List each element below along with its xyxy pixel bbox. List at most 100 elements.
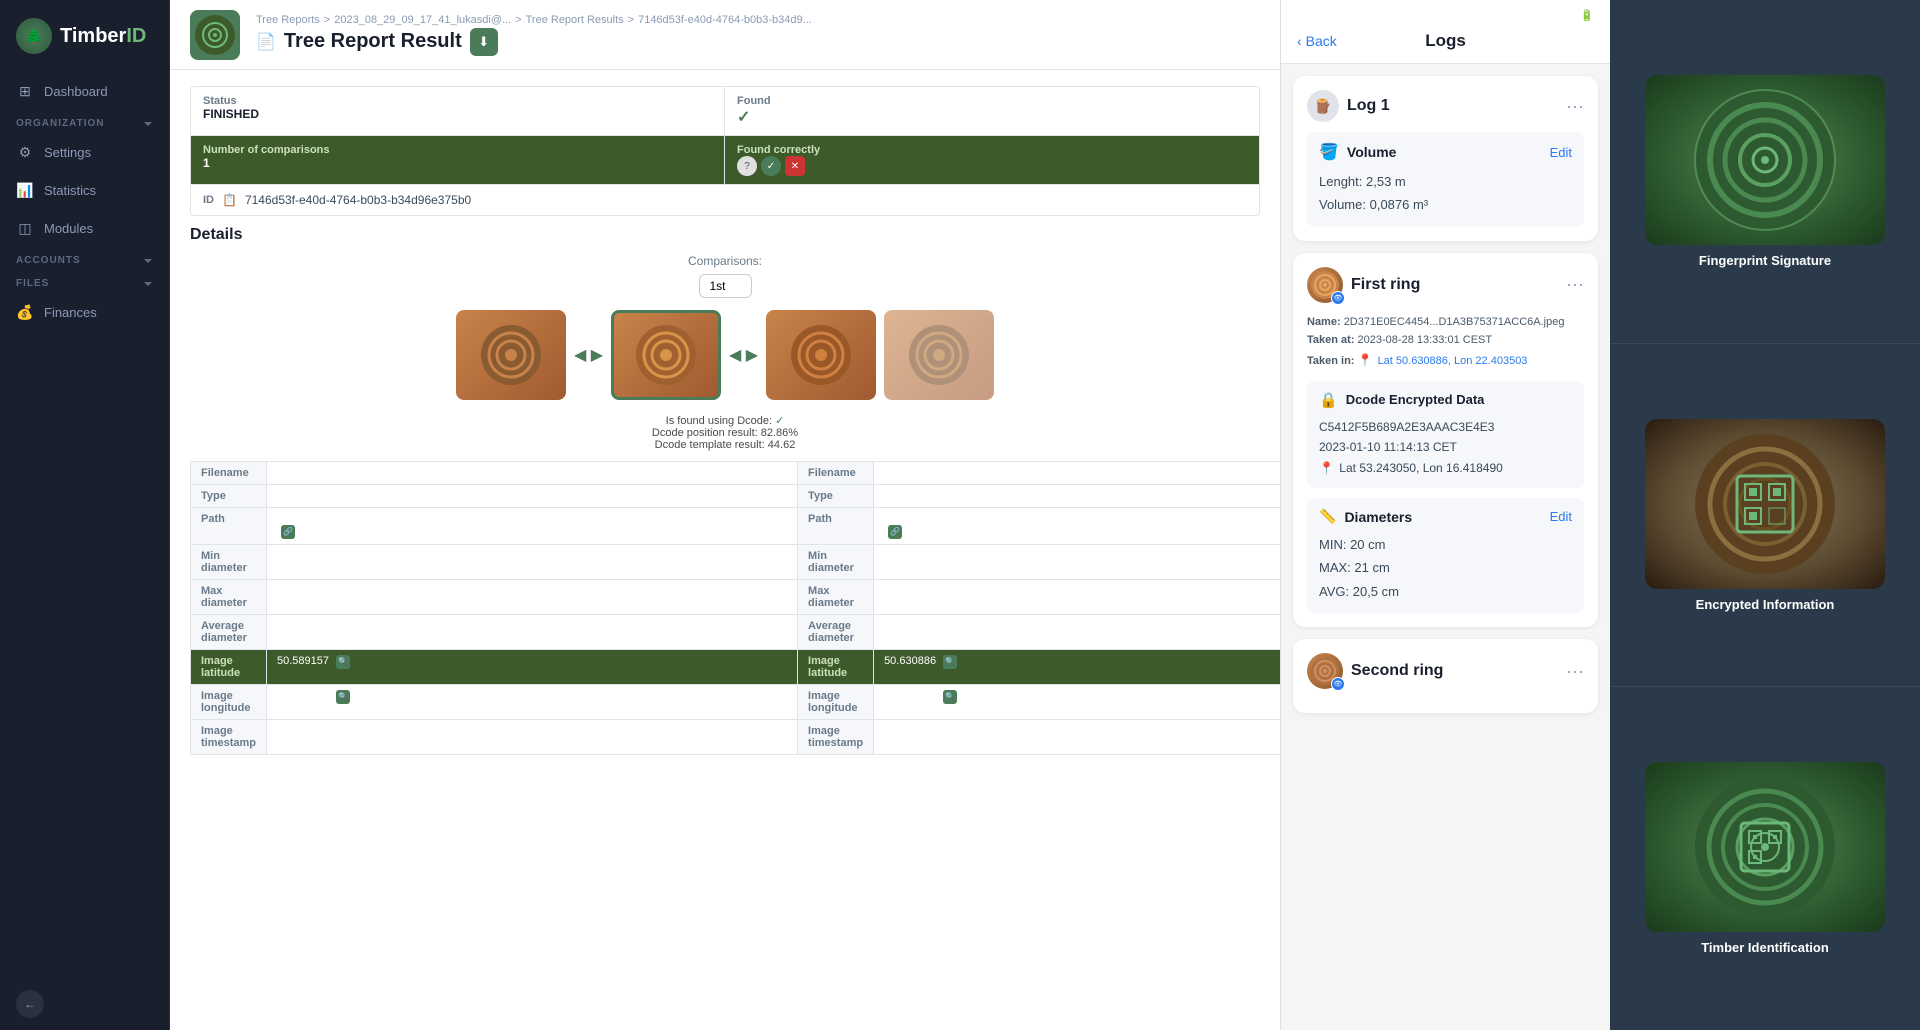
back-button[interactable]: ‹ Back (1297, 33, 1371, 49)
dcode-check-icon: ✓ (775, 415, 784, 427)
sidebar-item-modules[interactable]: ◫ Modules (0, 209, 169, 247)
second-ring-eye-badge: 👁 (1331, 677, 1345, 691)
ts-label-right: Image timestamp (798, 720, 874, 755)
breadcrumb-tree-reports[interactable]: Tree Reports (256, 14, 320, 26)
first-ring-card: 👁 First ring ··· Name: 2D371E0EC4454...D… (1293, 253, 1598, 627)
sidebar-collapse-button[interactable]: ← (16, 990, 44, 1018)
id-label: ID (203, 194, 214, 206)
path-link-icon-left[interactable]: 🔗 (281, 525, 295, 539)
logo-text: TimberID (60, 25, 146, 48)
phone-time: 13:34 (1297, 8, 1330, 23)
modules-icon: ◫ (16, 219, 34, 237)
table-row-min-diameter: Min diameter 20 cm Min diameter 20 cm (191, 545, 1281, 580)
log-image-1[interactable] (456, 310, 566, 400)
check-icon: ✓ (761, 156, 781, 176)
min-diam-field: MIN: 20 cm (1319, 533, 1572, 556)
id-cell: ID 📋 7146d53f-e40d-4764-b0b3-b34d96e375b… (191, 185, 1259, 215)
back-chevron-icon: ‹ (1297, 33, 1302, 49)
first-ring-meta: Name: 2D371E0EC4454...D1A3B75371ACC6A.jp… (1307, 313, 1584, 371)
phone-status-icons: ▐▌ LTE 🔋 (1537, 9, 1594, 22)
dcode-location-link[interactable]: Lat 53.243050, Lon 16.418490 (1339, 461, 1503, 475)
lat-link-icon-right[interactable]: 🔍 (943, 655, 957, 669)
sidebar: 🌲 TimberID ⊞ Dashboard ORGANIZATION ⚙ Se… (0, 0, 170, 1030)
encrypted-card[interactable]: Encrypted Information (1610, 344, 1920, 688)
ring-taken-at-field: Taken at: 2023-08-28 13:33:01 CEST (1307, 331, 1584, 350)
status-field-label: Status (203, 95, 712, 107)
table-row-image-lon: Image longitude 22.380777 🔍 Image longit… (191, 685, 1281, 720)
dcode-template-result: Dcode template result: 44.62 (655, 439, 796, 451)
filename-value-right: 2D371E0EC445408C9D1A3B75371ACC6A.jpeg (874, 462, 1280, 485)
diameters-edit-button[interactable]: Edit (1550, 509, 1572, 524)
lat-link-icon-left[interactable]: 🔍 (336, 655, 350, 669)
sidebar-item-finances[interactable]: 💰 Finances (0, 293, 169, 331)
lon-link-icon-left[interactable]: 🔍 (336, 690, 350, 704)
second-ring-title-row: 👁 Second ring (1307, 653, 1443, 689)
dcode-encrypted-block: 🔒 Dcode Encrypted Data C5412F5B689A2E3AA… (1307, 381, 1584, 488)
ts-value-right: 2023-08-28 13:33:01 (1693222381311.866) (874, 720, 1280, 755)
log-image-3[interactable] (766, 310, 876, 400)
diameters-data: MIN: 20 cm MAX: 21 cm AVG: 20,5 cm (1319, 533, 1572, 603)
ring-name-label: Name: (1307, 316, 1341, 328)
min-diam-value-left: 20 cm (267, 545, 798, 580)
download-button[interactable]: ⬇ (470, 28, 498, 56)
second-ring-title: Second ring (1351, 662, 1443, 680)
log-image-2[interactable] (611, 310, 721, 400)
avg-diam-field: AVG: 20,5 cm (1319, 580, 1572, 603)
first-ring-header: 👁 First ring ··· (1307, 267, 1584, 303)
avg-diam-label-right: Average diameter (798, 615, 874, 650)
second-ring-avatar: 👁 (1307, 653, 1343, 689)
fingerprint-card[interactable]: Fingerprint Signature (1610, 0, 1920, 344)
encrypted-label: Encrypted Information (1696, 597, 1835, 612)
first-ring-more-icon[interactable]: ··· (1566, 274, 1584, 295)
arrow-right-icon-1: ◀ ▶ (574, 345, 603, 365)
fingerprint-label: Fingerprint Signature (1699, 253, 1831, 268)
volume-edit-button[interactable]: Edit (1550, 145, 1572, 160)
dcode-found-label: Is found using Dcode: (666, 415, 772, 427)
log-image-4[interactable] (884, 310, 994, 400)
breadcrumb-id[interactable]: 7146d53f-e40d-4764-b0b3-b34d9... (638, 14, 812, 26)
dcode-value2: 2023-01-10 11:14:13 CET (1319, 437, 1572, 457)
path-value-right: /Forest/CAC660DD33B445AC89F451C4BAFE2B13… (874, 508, 1280, 545)
ring-taken-in-link[interactable]: Lat 50.630886, Lon 22.403503 (1378, 355, 1528, 367)
timber-image (1645, 762, 1885, 932)
path-label-left: Path (191, 508, 267, 545)
second-ring-more-icon[interactable]: ··· (1566, 661, 1584, 682)
log1-title-row: 🪵 Log 1 (1307, 90, 1390, 122)
lat-label-right: Image latitude (798, 650, 874, 685)
status-label-cell: Status FINISHED (191, 87, 725, 136)
encrypted-image (1645, 419, 1885, 589)
comparisons-cell: Number of comparisons 1 (191, 136, 725, 185)
type-label-left: Type (191, 485, 267, 508)
min-diam-value: 20 cm (1350, 537, 1385, 552)
dcode-data: C5412F5B689A2E3AAAC3E4E3 2023-01-10 11:1… (1319, 417, 1572, 478)
sidebar-item-dashboard-label: Dashboard (44, 84, 108, 99)
lon-link-icon-right[interactable]: 🔍 (943, 690, 957, 704)
settings-icon: ⚙ (16, 143, 34, 161)
table-row-path: Path /Sawmill/93315AB2A17C415D979D57CD40… (191, 508, 1281, 545)
avg-diam-value: 20,5 cm (1353, 584, 1399, 599)
location-icon: 📍 (1358, 353, 1373, 367)
ts-label-left: Image timestamp (191, 720, 267, 755)
comparisons-label: Number of comparisons (203, 144, 712, 156)
path-link-icon-right[interactable]: 🔗 (888, 525, 902, 539)
filename-value-left: 5FEB2CB18C4B4060A94EA93FA6224194.jpeg (267, 462, 798, 485)
finances-icon: 💰 (16, 303, 34, 321)
arrow-right-icon-2: ◀ ▶ (729, 345, 758, 365)
length-value: 2,53 m (1366, 174, 1406, 189)
breadcrumb-date[interactable]: 2023_08_29_09_17_41_lukasdi@... (334, 14, 511, 26)
path-label-right: Path (798, 508, 874, 545)
log1-more-icon[interactable]: ··· (1566, 96, 1584, 117)
breadcrumb-results[interactable]: Tree Report Results (526, 14, 624, 26)
far-right-panel: Fingerprint Signature (1610, 0, 1920, 1030)
found-correctly-label: Found correctly (737, 144, 1247, 156)
found-correctly-cell: Found correctly ? ✓ ✕ (725, 136, 1259, 185)
comparisons-select[interactable]: 1st 2nd 3rd (699, 274, 752, 298)
table-row-type: Type Ring Type Ring (191, 485, 1281, 508)
sidebar-item-dashboard[interactable]: ⊞ Dashboard (0, 72, 169, 110)
sidebar-item-settings[interactable]: ⚙ Settings (0, 133, 169, 171)
timber-card[interactable]: Timber Identification (1610, 687, 1920, 1030)
header-title-block: Tree Reports > 2023_08_29_09_17_41_lukas… (256, 14, 1260, 56)
sidebar-item-statistics[interactable]: 📊 Statistics (0, 171, 169, 209)
dcode-loc-icon: 📍 (1319, 461, 1334, 475)
first-ring-title: First ring (1351, 276, 1420, 294)
